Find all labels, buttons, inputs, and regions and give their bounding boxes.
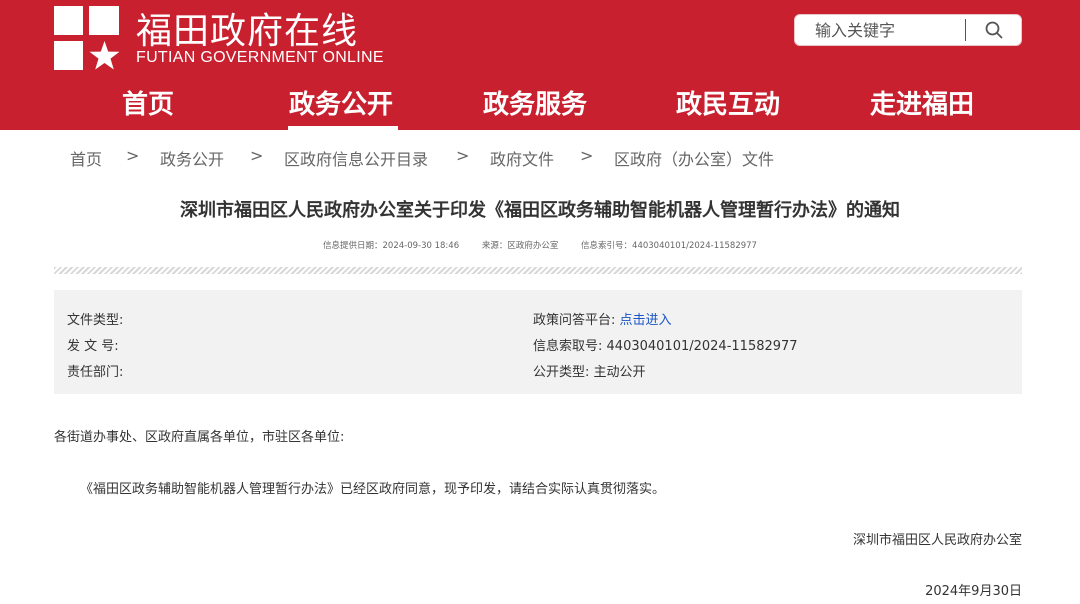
breadcrumb-item-home[interactable]: 首页 [70,146,102,170]
document-date: 2024年9月30日 [925,584,1022,599]
nav-active-indicator [288,126,398,130]
breadcrumb-item-gov-documents[interactable]: 政府文件 [490,146,554,170]
site-subtitle: FUTIAN GOVERNMENT ONLINE [136,49,384,66]
file-type-label: 文件类型: [67,313,124,328]
document-title: 深圳市福田区人民政府办公室关于印发《福田区政务辅助智能机器人管理暂行办法》的通知 [180,200,900,221]
document-info-box: 文件类型: 发 文 号: 责任部门: 政策问答平台: 点击进入 信息索取号: 4… [54,290,1022,394]
nav-item-home[interactable]: 首页 [122,84,174,121]
meta-source: 来源：区政府办公室 [481,241,559,251]
index-value: 4403040101/2024-11582977 [606,339,798,354]
futian-logo-icon[interactable] [54,6,120,70]
search-button[interactable] [966,15,1021,45]
public-type-row: 公开类型: 主动公开 [533,361,646,380]
document-meta: 信息提供日期：2024-09-30 18:46 来源：区政府办公室 信息索引号：… [0,239,1080,251]
doc-number-label: 发 文 号: [67,339,119,354]
logo-square [89,6,119,35]
meta-date: 信息提供日期：2024-09-30 18:46 [323,241,460,251]
breadcrumb-separator: > [250,146,264,165]
logo-square [54,6,83,35]
breadcrumb-separator: > [126,146,140,165]
site-header: 福田政府在线 FUTIAN GOVERNMENT ONLINE 首页 政务公开 … [0,0,1080,130]
public-type-label: 公开类型: [533,365,590,380]
nav-item-interaction[interactable]: 政民互动 [676,84,780,121]
breadcrumb-item-gov-affairs-open[interactable]: 政务公开 [160,146,224,170]
breadcrumb-item-info-catalog[interactable]: 区政府信息公开目录 [284,146,428,170]
breadcrumb-separator: > [456,146,470,165]
public-type-value: 主动公开 [593,365,646,380]
hatched-divider [54,267,1022,274]
body-paragraph: 《福田区政务辅助智能机器人管理暂行办法》已经区政府同意，现予印发，请结合实际认真… [80,482,666,497]
breadcrumb: 首页 > 政务公开 > 区政府信息公开目录 > 政府文件 > 区政府（办公室）文… [0,146,1080,170]
nav-item-about-futian[interactable]: 走进福田 [870,84,974,121]
search-box [794,14,1022,46]
main-nav: 首页 政务公开 政务服务 政民互动 走进福田 [0,76,1080,130]
qa-platform-link[interactable]: 点击进入 [620,313,672,328]
department-label: 责任部门: [67,365,124,380]
search-icon [985,21,1002,39]
index-label: 信息索取号: [533,339,603,354]
site-title[interactable]: 福田政府在线 [136,2,358,54]
salutation: 各街道办事处、区政府直属各单位，市驻区各单位: [54,430,345,445]
signature: 深圳市福田区人民政府办公室 [852,533,1022,548]
qa-platform-label: 政策问答平台: [533,313,616,328]
meta-index: 信息索引号：4403040101/2024-11582977 [581,241,757,251]
nav-item-gov-services[interactable]: 政务服务 [483,84,587,121]
index-row: 信息索取号: 4403040101/2024-11582977 [533,335,798,354]
logo-star-icon [89,41,120,70]
search-input[interactable] [795,15,965,45]
qa-platform-row: 政策问答平台: 点击进入 [533,309,672,328]
breadcrumb-separator: > [580,146,594,165]
breadcrumb-item-district-office-documents[interactable]: 区政府（办公室）文件 [614,146,774,170]
nav-item-gov-affairs-open[interactable]: 政务公开 [289,84,393,121]
logo-square [54,41,83,70]
